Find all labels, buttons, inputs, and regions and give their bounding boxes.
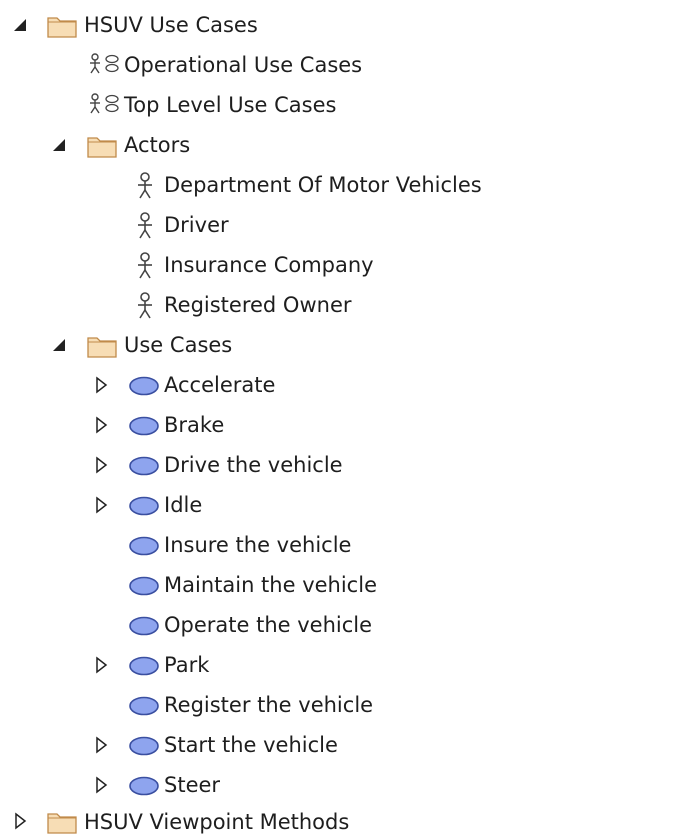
tree-node-label: Idle [164,493,203,517]
use-case-icon [129,496,159,516]
use-case-icon [129,656,159,676]
use-case-diagram-icon [90,93,119,114]
collapsed-triangle-icon[interactable] [90,414,112,436]
expanded-triangle-icon[interactable] [9,14,31,36]
folder-icon [47,813,77,834]
use-case-diagram-icon [90,53,119,74]
tree-node-label: HSUV Use Cases [84,13,258,37]
tree-node-use-case[interactable]: Brake [0,406,673,446]
tree-node-label: Department Of Motor Vehicles [164,173,482,197]
collapsed-triangle-icon[interactable] [90,774,112,796]
actor-icon [138,172,152,199]
use-case-icon [129,776,159,796]
tree-node-top-level-use-cases[interactable]: Top Level Use Cases [0,86,673,126]
tree-node-label: HSUV Viewpoint Methods [84,810,350,834]
actor-icon [138,252,152,279]
collapsed-triangle-icon[interactable] [90,654,112,676]
tree-node-label: Driver [164,213,229,237]
tree-node-use-case[interactable]: Maintain the vehicle [0,566,673,606]
use-case-icon [129,536,159,556]
tree-node-use-case[interactable]: Idle [0,486,673,526]
tree-node-label: Use Cases [124,333,233,357]
tree-node-actor[interactable]: Insurance Company [0,246,673,286]
actor-icon [138,212,152,239]
folder-icon [87,137,117,158]
tree-node-label: Insure the vehicle [164,533,352,557]
tree-node-label: Brake [164,413,225,437]
tree-node-label: Operational Use Cases [124,53,363,77]
tree-node-use-case[interactable]: Accelerate [0,366,673,406]
tree-node-label: Insurance Company [164,253,374,277]
tree-node-actor[interactable]: Registered Owner [0,286,673,326]
tree-node-use-cases-folder[interactable]: Use Cases [0,326,673,366]
tree-node-hsuv-use-cases[interactable]: HSUV Use Cases [0,6,673,46]
tree-node-label: Drive the vehicle [164,453,343,477]
tree-node-operational-use-cases[interactable]: Operational Use Cases [0,46,673,86]
tree-node-use-case[interactable]: Drive the vehicle [0,446,673,486]
folder-icon [87,337,117,358]
collapsed-triangle-icon[interactable] [90,494,112,516]
tree-node-label: Register the vehicle [164,693,374,717]
collapsed-triangle-icon[interactable] [90,734,112,756]
collapsed-triangle-icon[interactable] [90,454,112,476]
tree-node-label: Actors [124,133,191,157]
tree-node-use-case[interactable]: Operate the vehicle [0,606,673,646]
tree-node-label: Top Level Use Cases [124,93,337,117]
tree-node-label: Registered Owner [164,293,352,317]
use-case-icon [129,576,159,596]
use-case-icon [129,376,159,396]
tree-node-label: Steer [164,773,221,797]
tree-node-use-case[interactable]: Park [0,646,673,686]
tree-node-label: Park [164,653,210,677]
tree-node-hsuv-viewpoint-methods[interactable]: HSUV Viewpoint Methods [0,800,673,840]
tree-node-label: Operate the vehicle [164,613,373,637]
expanded-triangle-icon[interactable] [48,334,70,356]
tree-node-actors-folder[interactable]: Actors [0,126,673,166]
tree-node-label: Accelerate [164,373,276,397]
tree-node-actor[interactable]: Department Of Motor Vehicles [0,166,673,206]
use-case-icon [129,416,159,436]
expanded-triangle-icon[interactable] [48,134,70,156]
project-browser-tree: HSUV Use Cases Operational Use Cases Top… [0,0,673,840]
tree-node-use-case[interactable]: Insure the vehicle [0,526,673,566]
use-case-icon [129,616,159,636]
tree-node-use-case[interactable]: Start the vehicle [0,726,673,766]
use-case-icon [129,456,159,476]
use-case-icon [129,736,159,756]
tree-node-use-case[interactable]: Register the vehicle [0,686,673,726]
collapsed-triangle-icon[interactable] [9,810,31,832]
tree-node-actor[interactable]: Driver [0,206,673,246]
folder-icon [47,17,77,38]
actor-icon [138,292,152,319]
tree-node-label: Start the vehicle [164,733,338,757]
collapsed-triangle-icon[interactable] [90,374,112,396]
use-case-icon [129,696,159,716]
tree-node-label: Maintain the vehicle [164,573,377,597]
